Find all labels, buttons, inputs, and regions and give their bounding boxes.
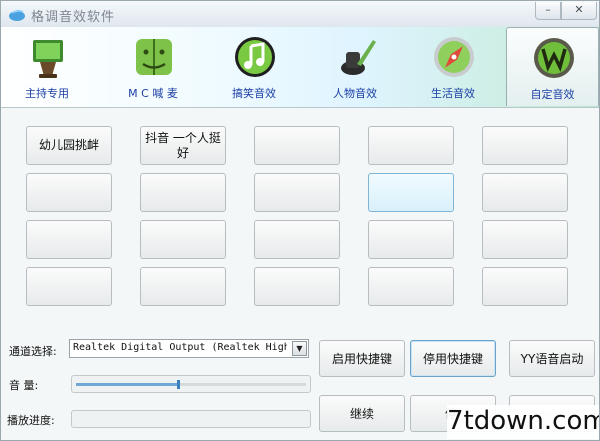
continue-button[interactable]: 继续 — [319, 395, 405, 432]
sound-button[interactable] — [254, 173, 340, 212]
close-button[interactable]: ✕ — [561, 2, 597, 20]
volume-thumb[interactable] — [177, 380, 181, 389]
volume-fill — [76, 383, 178, 386]
channel-select[interactable]: Realtek Digital Output (Realtek High ▼ — [69, 339, 309, 358]
tab-custom[interactable]: 自定音效 — [506, 27, 599, 106]
sound-button[interactable] — [368, 267, 454, 306]
tab-host[interactable]: 主持专用 — [5, 27, 89, 106]
watermark-text: 7tdown.com — [447, 405, 599, 439]
sound-button[interactable] — [368, 220, 454, 259]
sound-button[interactable] — [482, 267, 568, 306]
sound-button[interactable] — [368, 126, 454, 165]
sound-button[interactable] — [482, 220, 568, 259]
tab-label: M C 喊 麦 — [128, 87, 178, 100]
tab-label: 人物音效 — [333, 87, 377, 100]
sound-button[interactable] — [482, 126, 568, 165]
volume-slider[interactable] — [71, 375, 311, 393]
sound-button[interactable] — [368, 173, 454, 212]
ink-pen-icon — [341, 40, 376, 75]
sound-button[interactable] — [26, 173, 112, 212]
enable-hotkey-button[interactable]: 启用快捷键 — [319, 340, 405, 377]
music-note-icon — [235, 37, 275, 77]
minimize-button[interactable]: – — [535, 2, 561, 20]
tab-label: 生活音效 — [431, 87, 475, 100]
chevron-down-icon[interactable]: ▼ — [292, 341, 307, 356]
window-title: 格调音效软件 — [31, 10, 116, 25]
tab-label: 自定音效 — [530, 88, 575, 101]
progress-label: 播放进度: — [7, 414, 55, 427]
sound-button[interactable] — [482, 173, 568, 212]
yy-start-button[interactable]: YY语音启动 — [509, 340, 595, 377]
tab-funny[interactable]: 搞笑音效 — [212, 27, 296, 106]
sound-button[interactable]: 抖音 一个人挺好 — [140, 126, 226, 165]
safari-compass-icon — [434, 37, 474, 77]
volume-label: 音 量: — [9, 379, 39, 392]
finder-face-icon — [136, 39, 172, 75]
sound-button[interactable] — [254, 267, 340, 306]
sound-button[interactable] — [140, 173, 226, 212]
tab-label: 主持专用 — [25, 87, 69, 100]
tab-mc[interactable]: M C 喊 麦 — [111, 27, 195, 106]
sound-button[interactable] — [254, 220, 340, 259]
sound-button[interactable] — [140, 267, 226, 306]
app-window: 格调音效软件 – ✕ 主持专用 M C 喊 麦 搞笑音效 人物音效 生活音效 自… — [0, 0, 600, 441]
sound-button[interactable] — [26, 267, 112, 306]
channel-value: Realtek Digital Output (Realtek High — [73, 342, 287, 353]
sound-button[interactable] — [254, 126, 340, 165]
sound-button[interactable]: 幼儿园挑衅 — [26, 126, 112, 165]
sound-button[interactable] — [26, 220, 112, 259]
warcraft-w-icon — [534, 38, 574, 78]
disable-hotkey-button[interactable]: 停用快捷键 — [410, 340, 496, 377]
app-logo-icon — [9, 9, 25, 21]
title-bar[interactable]: 格调音效软件 – ✕ — [1, 1, 599, 27]
category-tabs: 主持专用 M C 喊 麦 搞笑音效 人物音效 生活音效 自定音效 — [1, 27, 599, 108]
tab-life[interactable]: 生活音效 — [411, 27, 495, 106]
sound-button[interactable] — [140, 220, 226, 259]
tab-label: 搞笑音效 — [232, 87, 276, 100]
tab-character[interactable]: 人物音效 — [313, 27, 397, 106]
playback-progress[interactable] — [71, 410, 311, 428]
keynote-podium-icon — [33, 40, 63, 78]
channel-label: 通道选择: — [9, 345, 57, 358]
